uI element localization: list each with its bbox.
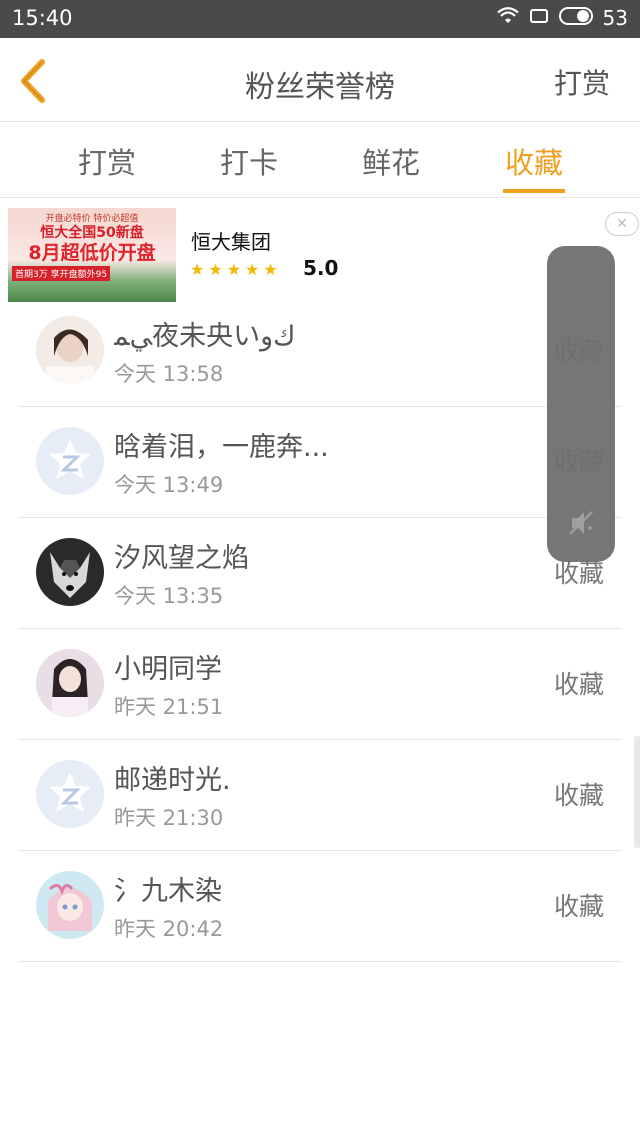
avatar[interactable]	[36, 427, 104, 495]
tab-checkin[interactable]: 打卡	[209, 140, 289, 182]
side-handle[interactable]	[634, 736, 640, 848]
status-icons: 53	[496, 6, 628, 30]
user-name: 晗着泪，一鹿奔...	[114, 432, 329, 463]
active-tab-indicator	[503, 189, 565, 193]
wifi-icon	[496, 7, 519, 29]
user-name: 氵九木染	[114, 876, 222, 907]
toggle-icon	[558, 6, 593, 30]
timestamp: 昨天 20:42	[114, 917, 224, 941]
tab-flowers[interactable]: 鲜花	[351, 140, 431, 182]
ad-star-rating: ★ ★ ★ ★ ★	[190, 260, 278, 279]
list-item[interactable]: 晗着泪，一鹿奔... 今天 13:49 收藏	[18, 407, 622, 518]
status-time: 15:40	[12, 6, 73, 30]
favorites-list: ﻲﻤ夜未央いﻙﻭ 今天 13:58 收藏 晗着泪，一鹿奔... 今天 13:49…	[18, 296, 622, 962]
star-icon: ★	[226, 260, 242, 279]
mute-icon[interactable]	[566, 508, 596, 538]
floating-panel[interactable]	[547, 246, 615, 562]
star-icon: ★	[208, 260, 223, 279]
list-item[interactable]: 小明同学 昨天 21:51 收藏	[18, 629, 622, 740]
timestamp: 昨天 21:51	[114, 695, 224, 719]
ad-image[interactable]: 开盘必特价 特价必超值 恒大全国50新盘 8月超低价开盘 首期3万 享开盘额外9…	[8, 208, 176, 302]
ad-image-text-3: 8月超低价开盘	[28, 242, 156, 264]
star-icon: ★	[245, 260, 260, 279]
list-item[interactable]: 氵九木染 昨天 20:42 收藏	[18, 851, 622, 962]
timestamp: 今天 13:58	[114, 362, 224, 386]
star-icon: ★	[190, 260, 205, 279]
list-item[interactable]: 邮递时光. 昨天 21:30 收藏	[18, 740, 622, 851]
ad-banner[interactable]: 开盘必特价 特价必超值 恒大全国50新盘 8月超低价开盘 首期3万 享开盘额外9…	[0, 200, 640, 308]
ad-title: 恒大集团	[191, 230, 271, 254]
timestamp: 今天 13:35	[114, 584, 224, 608]
nav-bar: 粉丝荣誉榜 打赏	[0, 38, 640, 122]
list-item[interactable]: 汐风望之焰 今天 13:35 收藏	[18, 518, 622, 629]
ad-rating-value: 5.0	[303, 256, 339, 280]
star-icon: ★	[263, 260, 278, 279]
avatar[interactable]	[36, 871, 104, 939]
timestamp: 昨天 21:30	[114, 806, 224, 830]
user-name: ﻲﻤ夜未央いﻙﻭ	[114, 321, 296, 352]
tab-reward[interactable]: 打赏	[67, 140, 147, 182]
timestamp: 今天 13:49	[114, 473, 224, 497]
list-item[interactable]: ﻲﻤ夜未央いﻙﻭ 今天 13:58 收藏	[18, 296, 622, 407]
user-name: 小明同学	[114, 654, 222, 685]
action-type: 收藏	[553, 892, 604, 921]
ad-close-icon[interactable]: ✕	[605, 212, 639, 236]
screen-icon	[529, 7, 549, 29]
user-name: 汐风望之焰	[114, 543, 249, 574]
avatar[interactable]	[36, 538, 104, 606]
action-type: 收藏	[553, 781, 604, 810]
action-type: 收藏	[553, 670, 604, 699]
avatar[interactable]	[36, 649, 104, 717]
tab-bar: 打赏 打卡 鲜花 收藏	[0, 122, 640, 198]
user-name: 邮递时光.	[114, 765, 231, 796]
avatar[interactable]	[36, 316, 104, 384]
ad-image-text-4: 首期3万 享开盘额外95	[12, 266, 111, 281]
status-bar: 15:40 53	[0, 0, 640, 38]
page-title: 粉丝荣誉榜	[245, 70, 395, 105]
reward-button[interactable]: 打赏	[554, 62, 610, 102]
tab-favorites[interactable]: 收藏	[494, 140, 574, 182]
battery-level: 53	[602, 6, 628, 30]
avatar[interactable]	[36, 760, 104, 828]
